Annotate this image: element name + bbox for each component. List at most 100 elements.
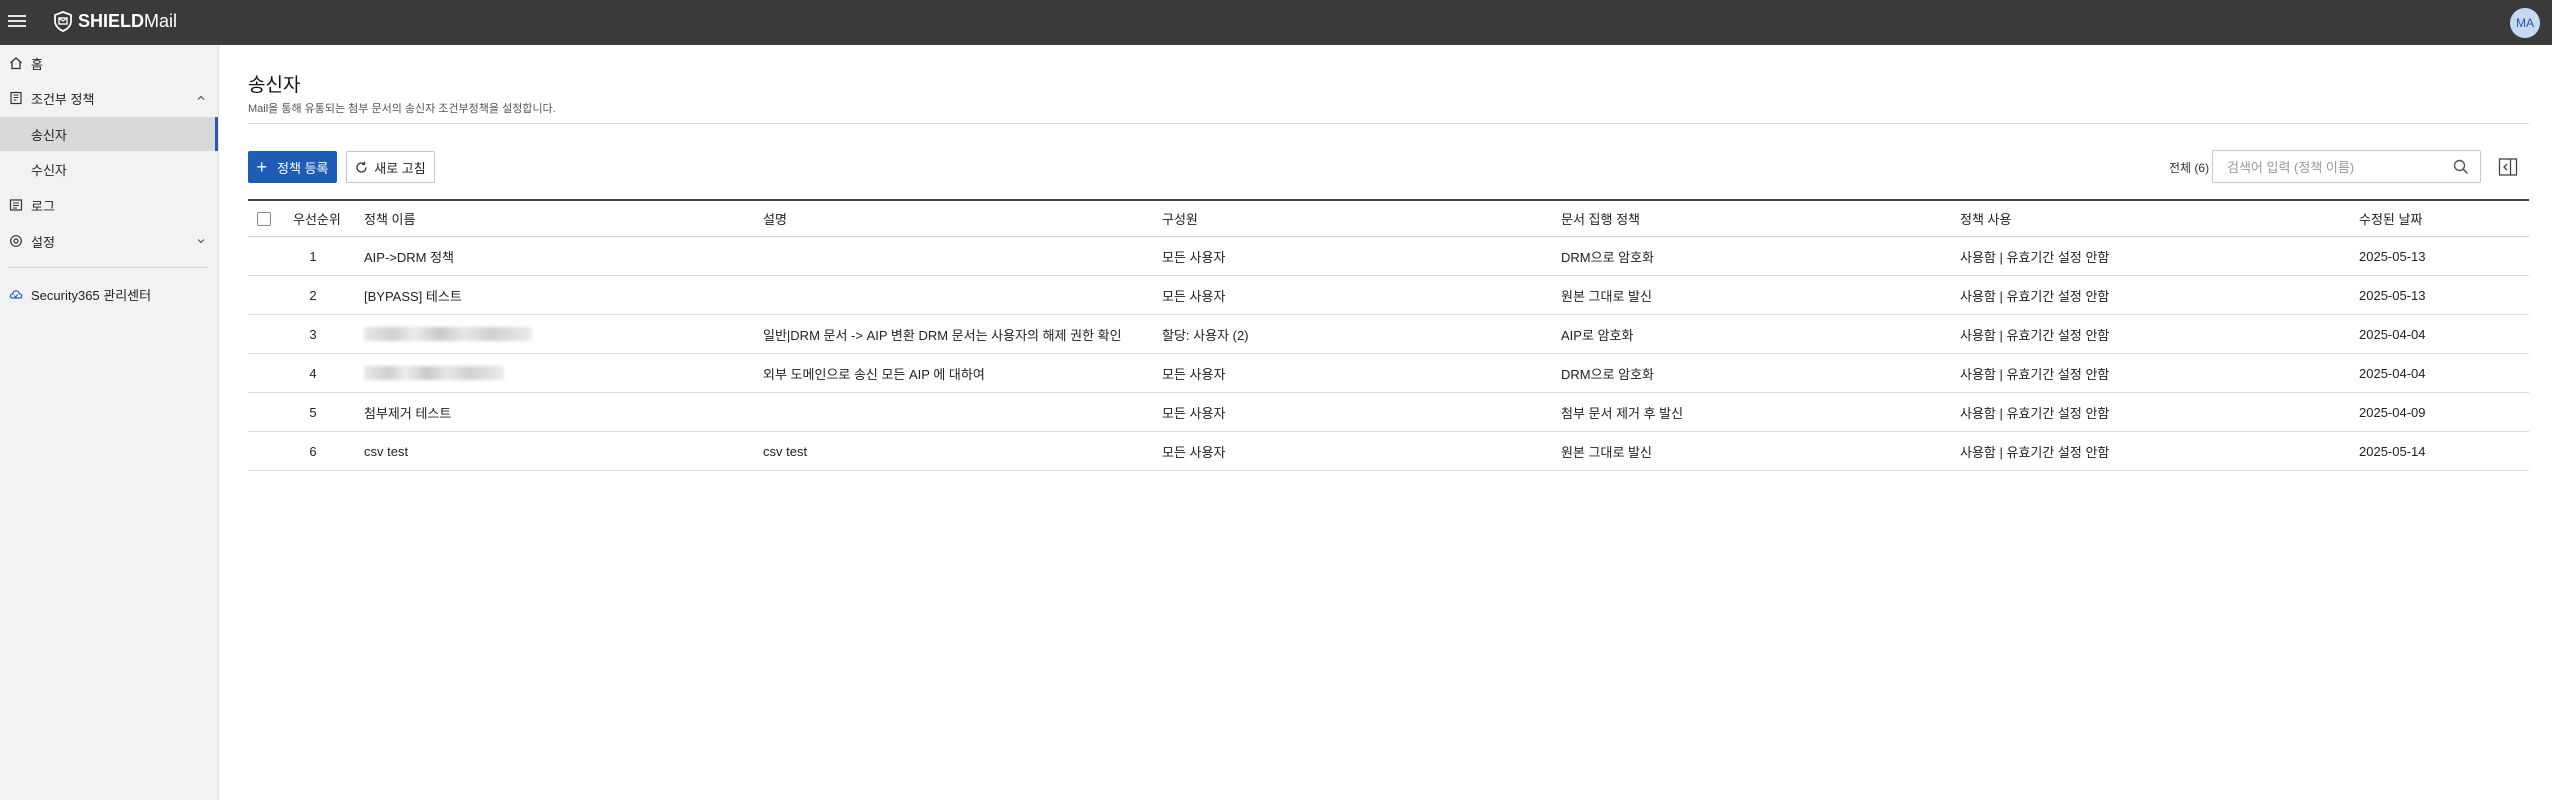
row-modified-date: 2025-04-04 (2359, 326, 2426, 342)
total-count: 전체 (6) (2169, 161, 2210, 175)
header-policy-use[interactable]: 정책 사용 (1960, 201, 2011, 236)
page-title: 송신자 (248, 75, 301, 96)
sidebar-item-settings[interactable]: 설정 (0, 224, 218, 258)
log-icon (9, 199, 23, 211)
row-policy-name[interactable]: csv test (364, 432, 408, 470)
sidebar-item-conditional-policy[interactable]: 조건부 정책 (0, 81, 218, 115)
sidebar-item-home[interactable]: 홈 (0, 46, 218, 80)
row-policy-name-redacted[interactable] (364, 315, 532, 353)
search-input[interactable] (2227, 158, 2447, 176)
shield-logo-icon (54, 11, 72, 32)
sidebar-item-label: 로그 (31, 198, 55, 214)
chevron-down-icon (197, 239, 205, 244)
row-members: 모든 사용자 (1162, 366, 1226, 382)
search-icon[interactable] (2453, 159, 2469, 175)
table-row[interactable]: 1 AIP->DRM 정책 모든 사용자 DRM으로 암호화 사용함 | 유효기… (248, 237, 2529, 276)
row-members: 모든 사용자 (1162, 288, 1226, 304)
sidebar-item-log[interactable]: 로그 (0, 188, 218, 222)
sidebar: 홈 조건부 정책 송신자 수신자 로그 설정 Security365 관리센터 (0, 45, 219, 800)
redacted-text (364, 366, 504, 380)
sidebar-item-security365[interactable]: Security365 관리센터 (0, 277, 218, 311)
title-divider (248, 123, 2529, 124)
row-priority: 4 (309, 365, 317, 381)
row-policy-use: 사용함 | 유효기간 설정 안함 (1960, 366, 2110, 382)
header-priority[interactable]: 우선순위 (293, 201, 341, 236)
row-modified-date: 2025-05-13 (2359, 248, 2426, 264)
header-description[interactable]: 설명 (763, 201, 787, 236)
panel-toggle-icon[interactable] (2498, 157, 2518, 177)
row-policy-use: 사용함 | 유효기간 설정 안함 (1960, 444, 2110, 460)
gear-icon (10, 235, 22, 247)
header-members[interactable]: 구성원 (1162, 201, 1198, 236)
row-description: csv test (763, 443, 808, 459)
select-all-checkbox[interactable] (257, 211, 271, 226)
header-execution-policy[interactable]: 문서 집행 정책 (1561, 201, 1640, 236)
sidebar-item-label: 조건부 정책 (31, 91, 95, 107)
row-policy-name[interactable]: [BYPASS] 테스트 (364, 276, 462, 314)
home-icon (10, 57, 22, 70)
sidebar-item-label: 설정 (31, 234, 55, 250)
row-members: 모든 사용자 (1162, 249, 1226, 265)
add-policy-label: 정책 등록 (277, 160, 329, 176)
table-row[interactable]: 6 csv test csv test 모든 사용자 원본 그대로 발신 사용함… (248, 432, 2529, 471)
row-modified-date: 2025-05-14 (2359, 443, 2426, 459)
brand-rest: Mail (144, 11, 178, 31)
cloud-icon (9, 290, 23, 299)
main-content: 송신자 Mail을 통해 유통되는 첨부 문서의 송신자 조건부정책을 설정합니… (219, 45, 2552, 800)
add-policy-button[interactable]: + 정책 등록 (248, 151, 337, 183)
redacted-text (364, 327, 532, 341)
row-modified-date: 2025-05-13 (2359, 287, 2426, 303)
table-row[interactable]: 2 [BYPASS] 테스트 모든 사용자 원본 그대로 발신 사용함 | 유효… (248, 276, 2529, 315)
refresh-label: 새로 고침 (374, 160, 426, 176)
sidebar-item-label: 홈 (31, 56, 43, 72)
table-header: 우선순위 정책 이름 설명 구성원 문서 집행 정책 정책 사용 수정된 날짜 (248, 199, 2529, 237)
row-policy-use: 사용함 | 유효기간 설정 안함 (1960, 405, 2110, 421)
sidebar-item-label: 수신자 (31, 162, 67, 178)
refresh-icon (356, 161, 367, 173)
row-priority: 6 (309, 443, 317, 459)
menu-icon[interactable] (8, 12, 26, 30)
row-priority: 1 (309, 248, 317, 264)
row-execution-policy: DRM으로 암호화 (1561, 249, 1655, 265)
row-priority: 2 (309, 287, 317, 303)
app-logo[interactable]: SHIELD Mail (54, 11, 177, 32)
sidebar-item-label: 송신자 (31, 127, 67, 143)
brand-bold: SHIELD (78, 11, 145, 31)
sidebar-item-label: Security365 관리센터 (31, 287, 152, 303)
sidebar-item-sender[interactable]: 송신자 (0, 117, 218, 151)
row-policy-use: 사용함 | 유효기간 설정 안함 (1960, 288, 2110, 304)
table-row[interactable]: 5 첨부제거 테스트 모든 사용자 첨부 문서 제거 후 발신 사용함 | 유효… (248, 393, 2529, 432)
row-policy-use: 사용함 | 유효기간 설정 안함 (1960, 249, 2110, 265)
chevron-up-icon (197, 95, 205, 100)
row-policy-name[interactable]: AIP->DRM 정책 (364, 237, 454, 275)
row-members: 할당: 사용자 (2) (1162, 327, 1249, 343)
row-priority: 5 (309, 404, 317, 420)
row-policy-name-redacted[interactable] (364, 354, 504, 392)
row-execution-policy: 원본 그대로 발신 (1561, 444, 1652, 460)
row-modified-date: 2025-04-09 (2359, 404, 2426, 420)
row-modified-date: 2025-04-04 (2359, 365, 2426, 381)
sidebar-divider (8, 267, 208, 268)
page-description: Mail을 통해 유통되는 첨부 문서의 송신자 조건부정책을 설정합니다. (248, 103, 556, 115)
table-row[interactable]: 4 외부 도메인으로 송신 모든 AIP 에 대하여 모든 사용자 DRM으로 … (248, 354, 2529, 393)
row-execution-policy: 원본 그대로 발신 (1561, 288, 1652, 304)
header-policy-name[interactable]: 정책 이름 (364, 201, 415, 236)
table-row[interactable]: 3 일반|DRM 문서 -> AIP 변환 DRM 문서는 사용자의 해제 권한… (248, 315, 2529, 354)
avatar[interactable]: MA (2510, 8, 2540, 38)
plus-icon: + (256, 157, 268, 177)
row-policy-name[interactable]: 첨부제거 테스트 (364, 393, 451, 431)
sidebar-item-recipient[interactable]: 수신자 (0, 152, 218, 186)
refresh-button[interactable]: 새로 고침 (346, 151, 435, 183)
row-description: 외부 도메인으로 송신 모든 AIP 에 대하여 (763, 366, 985, 382)
row-execution-policy: AIP로 암호화 (1561, 327, 1634, 343)
row-priority: 3 (309, 326, 317, 342)
row-members: 모든 사용자 (1162, 444, 1226, 460)
search-box (2212, 150, 2481, 183)
policy-table: 우선순위 정책 이름 설명 구성원 문서 집행 정책 정책 사용 수정된 날짜 … (248, 199, 2529, 471)
select-all-cell (257, 201, 271, 236)
row-execution-policy: 첨부 문서 제거 후 발신 (1561, 405, 1684, 421)
row-execution-policy: DRM으로 암호화 (1561, 366, 1655, 382)
top-bar: SHIELD Mail MA (0, 0, 2552, 45)
header-modified-date[interactable]: 수정된 날짜 (2359, 201, 2422, 236)
row-policy-use: 사용함 | 유효기간 설정 안함 (1960, 327, 2110, 343)
